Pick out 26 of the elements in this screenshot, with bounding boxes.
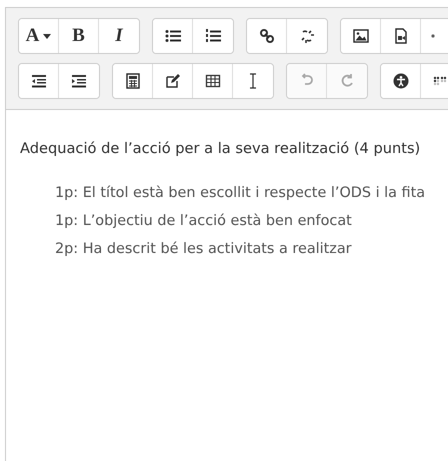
caret-icon	[43, 34, 52, 38]
criteria-item: 2p: Ha descrit bé les activitats a realitzar	[55, 241, 353, 257]
criteria-item: 1p: El títol està ben escollit i respecte l’ODS i la fita	[55, 185, 426, 201]
calculator-icon	[124, 73, 140, 89]
image-button[interactable]	[341, 19, 381, 53]
link-button[interactable]	[247, 19, 287, 53]
numbered-list-icon	[205, 28, 221, 44]
outdent-icon	[30, 73, 46, 89]
unlink-icon	[299, 28, 315, 44]
redo-icon	[339, 73, 355, 89]
indent-icon	[71, 73, 87, 89]
criteria-heading: Adequació de l’acció per a la seva realització (4 punts)	[20, 140, 422, 157]
image-icon	[352, 28, 368, 44]
accessibility-button[interactable]	[381, 64, 421, 98]
outdent-button[interactable]	[19, 64, 59, 98]
calculator-button[interactable]	[113, 64, 153, 98]
video-file-icon	[392, 28, 408, 44]
bullet-list-icon	[164, 28, 180, 44]
font-menu-button[interactable]: A	[19, 19, 59, 53]
criteria-item: 1p: L’objectiu de l’acció està ben enfocat	[55, 213, 353, 229]
accessibility-icon	[392, 73, 408, 89]
dots-icon	[431, 34, 435, 38]
bullet-list-button[interactable]	[153, 19, 193, 53]
table-icon	[204, 73, 220, 89]
pencil-icon	[164, 73, 180, 89]
link-icon	[258, 28, 274, 44]
